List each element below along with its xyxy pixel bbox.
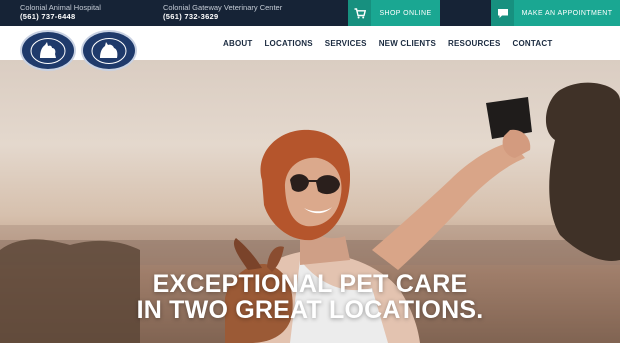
make-appointment-button[interactable]: MAKE AN APPOINTMENT — [514, 0, 620, 26]
location-name: Colonial Gateway Veterinary Center — [163, 3, 283, 12]
location-contact-colonial: Colonial Animal Hospital (561) 737-6448 — [20, 3, 101, 22]
hero-banner: EXCEPTIONAL PET CARE IN TWO GREAT LOCATI… — [0, 60, 620, 343]
nav-item-resources[interactable]: RESOURCES — [448, 39, 500, 48]
nav-item-locations[interactable]: LOCATIONS — [264, 39, 312, 48]
dog-cat-silhouette-icon — [91, 37, 127, 64]
cart-icon — [354, 7, 366, 18]
site-header: ABOUT LOCATIONS SERVICES NEW CLIENTS RES… — [0, 26, 620, 71]
hero-headline-line1: EXCEPTIONAL PET CARE — [152, 270, 468, 298]
location-phone[interactable]: (561) 737-6448 — [20, 12, 101, 22]
colonial-gateway-logo[interactable] — [81, 30, 137, 71]
nav-item-about[interactable]: ABOUT — [223, 39, 252, 48]
colonial-animal-hospital-logo[interactable] — [20, 30, 76, 71]
main-nav: ABOUT LOCATIONS SERVICES NEW CLIENTS RES… — [223, 26, 552, 60]
location-phone[interactable]: (561) 732-3629 — [163, 12, 282, 22]
chat-button[interactable] — [491, 0, 514, 26]
nav-item-contact[interactable]: CONTACT — [513, 39, 553, 48]
location-contact-gateway: Colonial Gateway Veterinary Center (561)… — [163, 3, 282, 22]
dog-cat-silhouette-icon — [30, 37, 66, 64]
shop-online-button[interactable]: SHOP ONLINE — [371, 0, 440, 26]
nav-item-new-clients[interactable]: NEW CLIENTS — [379, 39, 436, 48]
top-bar: Colonial Animal Hospital (561) 737-6448 … — [0, 0, 620, 26]
hero-headline-line2: IN TWO GREAT LOCATIONS. — [136, 296, 484, 324]
cart-button[interactable] — [348, 0, 371, 26]
location-name: Colonial Animal Hospital — [20, 3, 101, 12]
nav-item-services[interactable]: SERVICES — [325, 39, 367, 48]
chat-icon — [497, 8, 508, 18]
